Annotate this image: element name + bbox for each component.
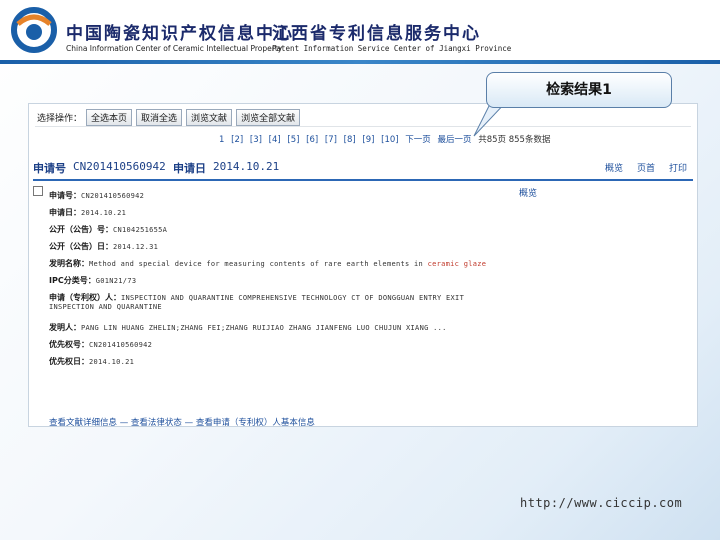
field-row: 优先权日：2014.10.21 xyxy=(49,357,135,366)
browse-all-docs-button[interactable]: 浏览全部文献 xyxy=(236,109,301,126)
page-link[interactable]: [3] xyxy=(250,135,262,145)
app-date-label: 申请日 xyxy=(173,162,206,175)
overview-link[interactable]: 概览 xyxy=(605,161,623,174)
deselect-all-button[interactable]: 取消全选 xyxy=(136,109,183,126)
site-url: http://www.ciccip.com xyxy=(520,496,683,510)
callout-bubble: 检索结果1 xyxy=(486,72,672,108)
center1-title-en: China Information Center of Ceramic Inte… xyxy=(66,44,283,53)
field-row: 申请日：2014.10.21 xyxy=(49,208,127,217)
page-link[interactable]: [2] xyxy=(231,135,243,145)
select-page-button[interactable]: 全选本页 xyxy=(86,109,133,126)
page-link[interactable]: [4] xyxy=(269,135,281,145)
page-link[interactable]: [5] xyxy=(287,135,299,145)
app-no-value: CN201410560942 xyxy=(73,160,166,173)
result-checkbox[interactable] xyxy=(33,186,43,196)
result-header: 申请号 CN201410560942 申请日 2014.10.21 概览 页首 … xyxy=(33,155,693,181)
header-divider xyxy=(0,60,720,64)
header-band: 中国陶瓷知识产权信息中心 China Information Center of… xyxy=(0,0,720,62)
field-row: 申请号：CN201410560942 xyxy=(49,191,145,200)
field-row: 申请（专利权）人：INSPECTION AND QUARANTINE COMPR… xyxy=(49,293,465,311)
field-row: 发明人：PANG LIN HUANG ZHELIN;ZHANG FEI;ZHAN… xyxy=(49,323,447,332)
search-results-screenshot: 选择操作： 全选本页 取消全选 浏览文献 浏览全部文献 1 [2] [3] [4… xyxy=(28,103,698,427)
page-link[interactable]: 1 xyxy=(219,135,224,145)
field-row: IPC分类号：G01N21/73 xyxy=(49,276,137,285)
field-row: 公开（公告）日：2014.12.31 xyxy=(49,242,159,251)
result-fields: 申请号：CN201410560942 申请日：2014.10.21 公开（公告）… xyxy=(49,190,687,373)
field-row: 优先权号：CN201410560942 xyxy=(49,340,153,349)
page-link[interactable]: [10] xyxy=(381,135,398,145)
page-link[interactable]: [8] xyxy=(344,135,356,145)
center1-title-cn: 中国陶瓷知识产权信息中心 xyxy=(66,24,294,44)
page-link[interactable]: [9] xyxy=(362,135,374,145)
toolbar-divider xyxy=(35,126,691,127)
center2-title-en: Patent Information Service Center of Jia… xyxy=(272,44,512,53)
selection-toolbar: 选择操作： 全选本页 取消全选 浏览文献 浏览全部文献 xyxy=(37,109,301,126)
field-row: 发明名称：Method and special device for measu… xyxy=(49,259,487,268)
result-actions: 概览 页首 打印 xyxy=(605,161,687,174)
field-row: 公开（公告）号：CN104251655A xyxy=(49,225,168,234)
result-footer-links: 查看文献详细信息 — 查看法律状态 — 查看申请（专利权）人基本信息 xyxy=(49,418,315,427)
top-link[interactable]: 页首 xyxy=(637,161,655,174)
app-date-value: 2014.10.21 xyxy=(213,160,280,173)
toolbar-label: 选择操作： xyxy=(37,114,83,124)
view-detail-link[interactable]: 查看文献详细信息 xyxy=(49,418,117,426)
print-link[interactable]: 打印 xyxy=(669,161,687,174)
center2-title-cn: 江西省专利信息服务中心 xyxy=(272,24,481,44)
page-link[interactable]: [6] xyxy=(306,135,318,145)
logo-icon xyxy=(11,7,57,53)
browse-docs-button[interactable]: 浏览文献 xyxy=(186,109,233,126)
view-applicant-info-link[interactable]: 查看申请（专利权）人基本信息 xyxy=(196,418,315,426)
app-no-label: 申请号 xyxy=(33,162,66,175)
last-page-link[interactable]: 最后一页 xyxy=(438,135,472,145)
page-link[interactable]: [7] xyxy=(325,135,337,145)
search-term-highlight: ceramic glaze xyxy=(427,260,487,268)
next-page-link[interactable]: 下一页 xyxy=(405,135,431,145)
view-legal-status-link[interactable]: 查看法律状态 xyxy=(131,418,182,426)
